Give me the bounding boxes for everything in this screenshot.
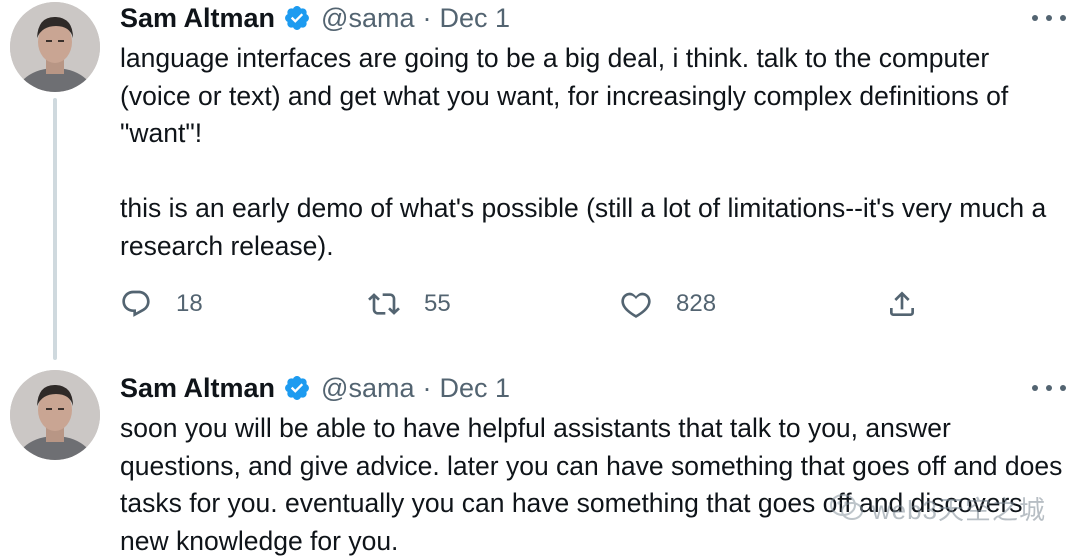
- verified-badge-icon: [285, 6, 310, 30]
- avatar[interactable]: [10, 370, 100, 460]
- author-name[interactable]: Sam Altman: [120, 3, 275, 34]
- retweet-button[interactable]: 55: [368, 284, 451, 324]
- header-separator: ·: [422, 2, 432, 33]
- header-separator: ·: [422, 372, 432, 403]
- more-options-icon[interactable]: [1032, 8, 1066, 28]
- tweet[interactable]: Sam Altman @sama · Dec 1 soon you will b…: [0, 360, 1080, 556]
- tweet-text: soon you will be able to have helpful as…: [120, 413, 1063, 556]
- wechat-icon: [829, 494, 863, 520]
- tweet-date[interactable]: Dec 1: [439, 373, 510, 404]
- retweet-count: 55: [424, 290, 451, 317]
- watermark-text: web3天空之城: [871, 494, 1046, 525]
- reply-button[interactable]: 18: [120, 284, 203, 324]
- retweet-icon: [368, 293, 400, 315]
- share-icon: [890, 291, 914, 316]
- like-count: 828: [676, 290, 717, 317]
- share-button[interactable]: [886, 284, 918, 324]
- author-handle[interactable]: @sama: [321, 373, 414, 404]
- reply-icon: [122, 290, 150, 317]
- thread-connector-line: [53, 98, 57, 360]
- avatar[interactable]: [10, 2, 100, 92]
- tweet-header: Sam Altman @sama · Dec 1: [120, 0, 510, 36]
- tweet-thread: Sam Altman @sama · Dec 1 language interf…: [0, 0, 1080, 556]
- more-options-icon[interactable]: [1032, 378, 1066, 398]
- author-name[interactable]: Sam Altman: [120, 373, 275, 404]
- watermark: web3天空之城: [829, 490, 1046, 526]
- tweet-text: language interfaces are going to be a bi…: [120, 43, 1047, 261]
- like-icon: [621, 292, 651, 318]
- tweet-header: Sam Altman @sama · Dec 1: [120, 370, 510, 406]
- author-handle[interactable]: @sama: [321, 3, 414, 34]
- verified-badge-icon: [285, 376, 310, 400]
- like-button[interactable]: 828: [620, 284, 716, 324]
- tweet-date[interactable]: Dec 1: [439, 3, 510, 34]
- tweet-actions: 18 55 828: [120, 284, 930, 324]
- tweet[interactable]: Sam Altman @sama · Dec 1 language interf…: [0, 0, 1080, 360]
- reply-count: 18: [176, 290, 203, 317]
